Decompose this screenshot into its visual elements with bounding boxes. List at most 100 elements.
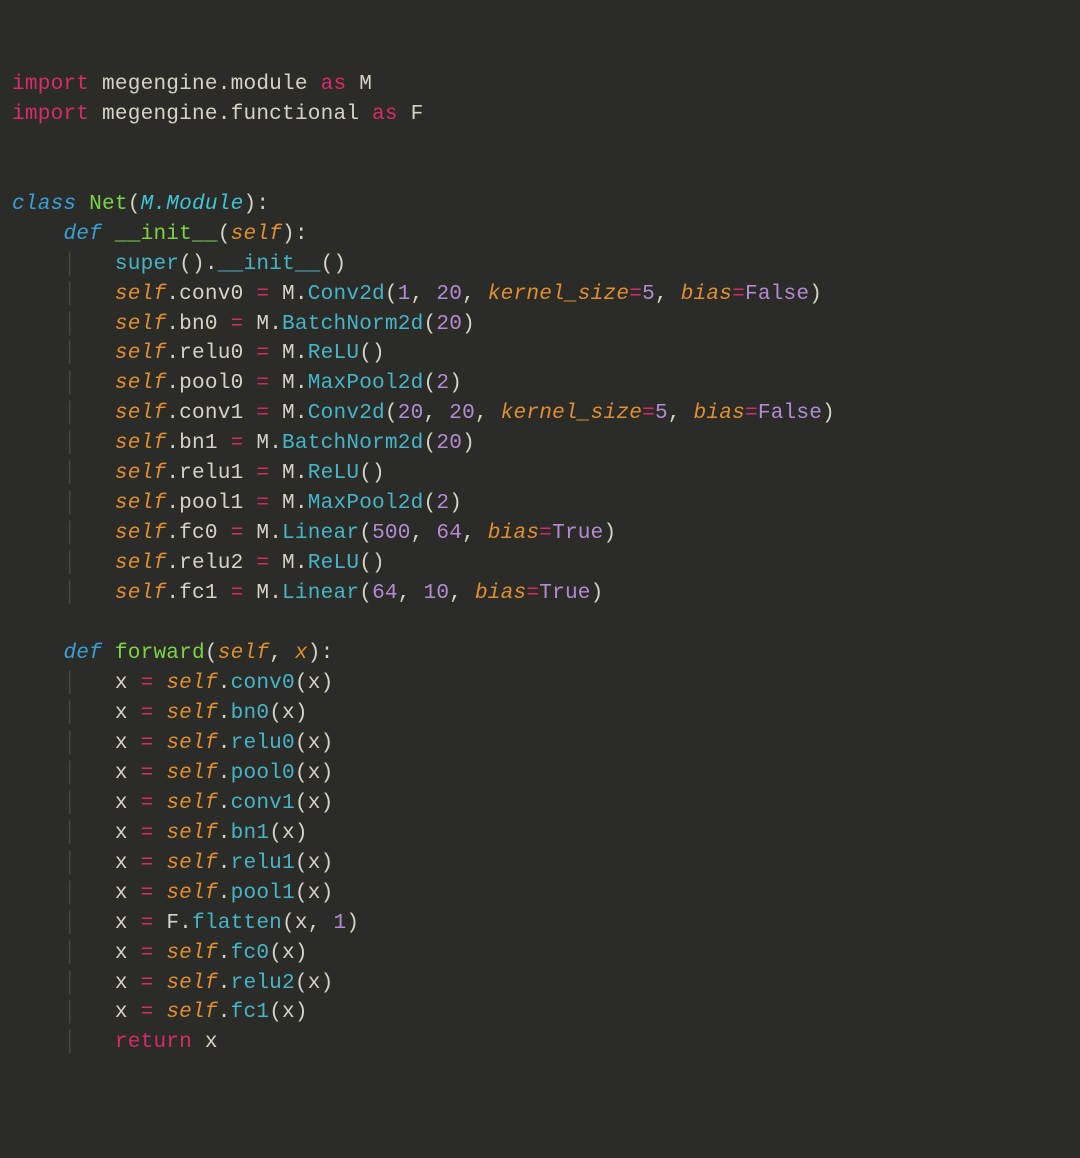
mod-M: M bbox=[256, 431, 269, 455]
call-linear: Linear bbox=[282, 521, 359, 545]
mod-M: M bbox=[256, 312, 269, 336]
self-ref: self bbox=[115, 491, 166, 515]
keyword-import: import bbox=[12, 72, 89, 96]
module-path: megengine.module bbox=[102, 72, 308, 96]
attr-fc0: fc0 bbox=[179, 521, 218, 545]
self-ref: self bbox=[166, 881, 217, 905]
call-fc0: fc0 bbox=[231, 941, 270, 965]
base-class: M.Module bbox=[141, 192, 244, 216]
var-x: x bbox=[282, 1000, 295, 1024]
attr-conv1: conv1 bbox=[179, 401, 243, 425]
self-ref: self bbox=[166, 791, 217, 815]
num: 500 bbox=[372, 521, 411, 545]
attr-pool1: pool1 bbox=[179, 491, 243, 515]
module-path: megengine.functional bbox=[102, 102, 359, 126]
call-relu: ReLU bbox=[308, 461, 359, 485]
var-x: x bbox=[115, 821, 128, 845]
attr-pool0: pool0 bbox=[179, 371, 243, 395]
code-block: import megengine.module as M import mege… bbox=[12, 70, 1068, 1058]
var-x: x bbox=[115, 1000, 128, 1024]
mod-M: M bbox=[256, 521, 269, 545]
num: 20 bbox=[436, 312, 462, 336]
self-ref: self bbox=[115, 312, 166, 336]
self-ref: self bbox=[166, 971, 217, 995]
num: 20 bbox=[449, 401, 475, 425]
kwarg-bias: bias bbox=[694, 401, 745, 425]
self-ref: self bbox=[166, 731, 217, 755]
var-x: x bbox=[115, 911, 128, 935]
call-maxpool2d: MaxPool2d bbox=[308, 371, 424, 395]
method-init: __init__ bbox=[115, 222, 218, 246]
var-x: x bbox=[115, 851, 128, 875]
var-x: x bbox=[308, 971, 321, 995]
call-init: __init__ bbox=[218, 252, 321, 276]
call-maxpool2d: MaxPool2d bbox=[308, 491, 424, 515]
param-x: x bbox=[295, 641, 308, 665]
mod-M: M bbox=[282, 371, 295, 395]
attr-relu1: relu1 bbox=[179, 461, 243, 485]
num: 64 bbox=[436, 521, 462, 545]
call-super: super bbox=[115, 252, 179, 276]
var-x: x bbox=[308, 671, 321, 695]
param-self: self bbox=[218, 641, 269, 665]
keyword-def: def bbox=[63, 222, 102, 246]
alias-M: M bbox=[359, 72, 372, 96]
var-x: x bbox=[115, 731, 128, 755]
var-x: x bbox=[115, 671, 128, 695]
call-conv1: conv1 bbox=[231, 791, 295, 815]
var-x: x bbox=[115, 701, 128, 725]
attr-bn0: bn0 bbox=[179, 312, 218, 336]
call-conv2d: Conv2d bbox=[308, 282, 385, 306]
keyword-import: import bbox=[12, 102, 89, 126]
num: 5 bbox=[655, 401, 668, 425]
var-x: x bbox=[205, 1030, 218, 1054]
kwarg-kernel-size: kernel_size bbox=[501, 401, 642, 425]
keyword-as: as bbox=[321, 72, 347, 96]
num: 5 bbox=[642, 282, 655, 306]
bool-true: True bbox=[539, 581, 590, 605]
keyword-return: return bbox=[115, 1030, 192, 1054]
self-ref: self bbox=[115, 282, 166, 306]
mod-F: F bbox=[166, 911, 179, 935]
self-ref: self bbox=[166, 941, 217, 965]
call-pool1: pool1 bbox=[231, 881, 295, 905]
num: 1 bbox=[398, 282, 411, 306]
mod-M: M bbox=[282, 491, 295, 515]
bool-false: False bbox=[745, 282, 809, 306]
self-ref: self bbox=[115, 401, 166, 425]
mod-M: M bbox=[282, 282, 295, 306]
var-x: x bbox=[115, 971, 128, 995]
num: 1 bbox=[333, 911, 346, 935]
var-x: x bbox=[115, 791, 128, 815]
var-x: x bbox=[308, 731, 321, 755]
call-fc1: fc1 bbox=[231, 1000, 270, 1024]
var-x: x bbox=[282, 941, 295, 965]
self-ref: self bbox=[166, 701, 217, 725]
kwarg-bias: bias bbox=[475, 581, 526, 605]
keyword-as: as bbox=[372, 102, 398, 126]
var-x: x bbox=[308, 791, 321, 815]
attr-relu0: relu0 bbox=[179, 341, 243, 365]
kwarg-bias: bias bbox=[681, 282, 732, 306]
kwarg-bias: bias bbox=[488, 521, 539, 545]
kwarg-kernel-size: kernel_size bbox=[488, 282, 629, 306]
num: 20 bbox=[436, 431, 462, 455]
attr-relu2: relu2 bbox=[179, 551, 243, 575]
bool-true: True bbox=[552, 521, 603, 545]
call-relu: ReLU bbox=[308, 341, 359, 365]
var-x: x bbox=[295, 911, 308, 935]
keyword-def: def bbox=[63, 641, 102, 665]
mod-M: M bbox=[256, 581, 269, 605]
call-pool0: pool0 bbox=[231, 761, 295, 785]
mod-M: M bbox=[282, 401, 295, 425]
var-x: x bbox=[115, 941, 128, 965]
self-ref: self bbox=[115, 431, 166, 455]
bool-false: False bbox=[758, 401, 822, 425]
num: 64 bbox=[372, 581, 398, 605]
num: 2 bbox=[436, 491, 449, 515]
self-ref: self bbox=[166, 671, 217, 695]
var-x: x bbox=[282, 701, 295, 725]
call-batchnorm2d: BatchNorm2d bbox=[282, 312, 423, 336]
call-flatten: flatten bbox=[192, 911, 282, 935]
num: 20 bbox=[398, 401, 424, 425]
